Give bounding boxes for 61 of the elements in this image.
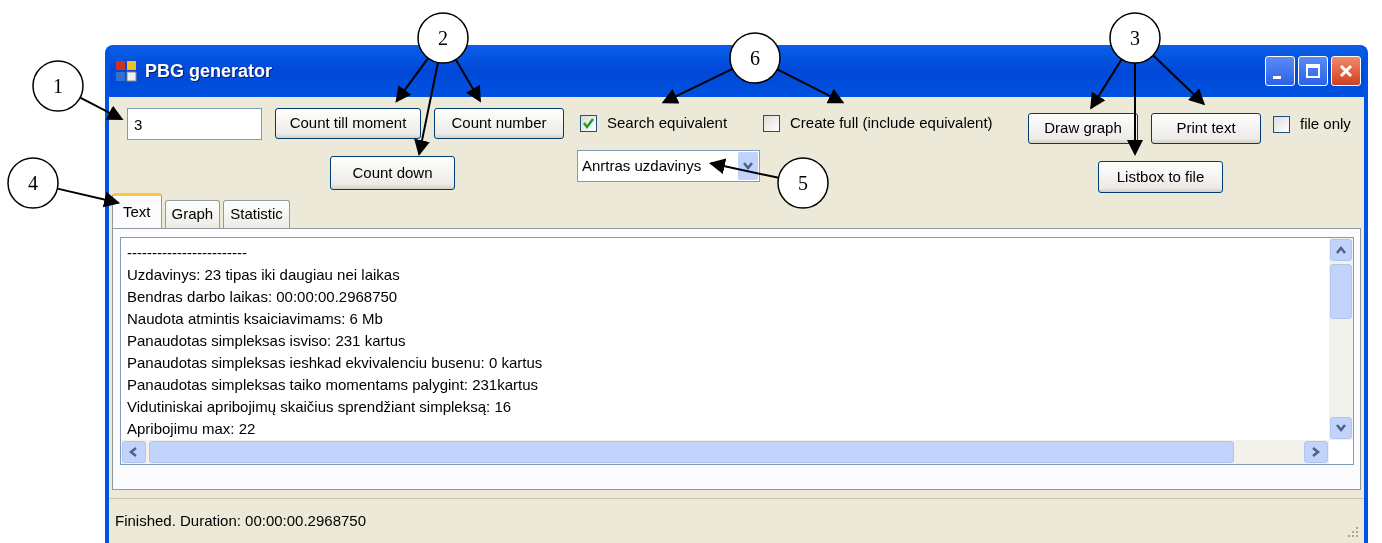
callout-marker: 2 bbox=[417, 12, 469, 64]
window-title: PBG generator bbox=[145, 59, 273, 83]
arrow bbox=[1090, 58, 1123, 110]
tab[interactable]: Graph bbox=[164, 200, 221, 228]
checkbox-label: Create full (include equivalent) bbox=[790, 113, 993, 133]
count-button[interactable]: Count number bbox=[434, 108, 564, 139]
count-down-button[interactable]: Count down bbox=[330, 156, 455, 190]
scroll-up-button[interactable] bbox=[1330, 239, 1352, 261]
scroll-down-icon bbox=[1335, 423, 1347, 433]
scroll-right-icon bbox=[1310, 447, 1322, 457]
check-icon bbox=[582, 116, 595, 130]
arrow bbox=[454, 58, 481, 103]
output-line: ------------------------ bbox=[127, 243, 248, 263]
arrow bbox=[708, 158, 780, 179]
resize-grip-icon bbox=[1346, 525, 1360, 539]
chevron-down-icon bbox=[742, 161, 754, 171]
close-button[interactable] bbox=[1331, 56, 1361, 86]
tab[interactable]: Statistic bbox=[223, 200, 290, 228]
arrow bbox=[1152, 54, 1206, 106]
output-line: Panaudotas simpleksas isviso: 231 kartus bbox=[127, 331, 407, 351]
output-line: Panaudotas simpleksas ieshkad ekvivalenciu busenu: 0 kartus bbox=[127, 353, 544, 373]
minimize-button[interactable] bbox=[1265, 56, 1295, 86]
scroll-up-icon bbox=[1335, 245, 1347, 255]
dropdown[interactable]: Anrtras uzdavinys bbox=[577, 150, 760, 182]
minimize-icon bbox=[1273, 75, 1281, 79]
callout-marker: 1 bbox=[32, 60, 84, 112]
count-button[interactable]: Count till moment bbox=[275, 108, 421, 139]
callout-marker: 3 bbox=[1109, 12, 1161, 64]
output-line: Apribojimu max: 22 bbox=[127, 419, 257, 439]
checkbox-label: file only bbox=[1300, 114, 1351, 134]
dropdown-button[interactable] bbox=[738, 152, 758, 180]
scroll-left-button[interactable] bbox=[122, 441, 146, 463]
arrow bbox=[776, 68, 845, 104]
checkbox[interactable] bbox=[1273, 115, 1290, 133]
callout-marker: 4 bbox=[7, 157, 59, 209]
output-line: Panaudotas simpleksas taiko momentams palygint: 231kartus bbox=[127, 375, 540, 395]
draw-graph-button[interactable]: Draw graph bbox=[1028, 113, 1138, 144]
listbox-to-file-button[interactable]: Listbox to file bbox=[1098, 161, 1223, 193]
output-line: Vidutiniskai apribojimų skaičius sprendžiant simpleksą: 16 bbox=[127, 397, 513, 417]
callout-marker: 6 bbox=[729, 32, 781, 84]
status-text: Finished. Duration: 00:00:00.2968750 bbox=[115, 510, 366, 531]
checkbox-label: Search equivalent bbox=[607, 113, 728, 133]
checkbox[interactable] bbox=[763, 114, 780, 132]
print-text-button[interactable]: Print text bbox=[1151, 113, 1261, 144]
scroll-thumb[interactable] bbox=[149, 441, 1234, 463]
scroll-right-button[interactable] bbox=[1304, 441, 1328, 463]
arrow bbox=[79, 96, 124, 121]
scroll-thumb[interactable] bbox=[1330, 264, 1352, 319]
output-line: Naudota atmintis ksaiciavimams: 6 Mb bbox=[127, 309, 384, 329]
output-line: Bendras darbo laikas: 00:00:00.2968750 bbox=[127, 287, 399, 307]
checkbox[interactable] bbox=[580, 114, 597, 132]
number-field[interactable]: 3 bbox=[127, 108, 262, 140]
output-line: Uzdavinys: 23 tipas iki daugiau nei laikas bbox=[127, 265, 401, 285]
tab[interactable]: Text bbox=[112, 193, 162, 228]
maximize-button[interactable] bbox=[1298, 56, 1328, 86]
close-icon bbox=[1338, 63, 1354, 79]
arrow bbox=[56, 187, 121, 208]
callout-marker: 5 bbox=[777, 157, 829, 209]
scroll-down-button[interactable] bbox=[1330, 417, 1352, 439]
app-icon bbox=[115, 60, 137, 82]
maximize-icon bbox=[1305, 63, 1321, 79]
